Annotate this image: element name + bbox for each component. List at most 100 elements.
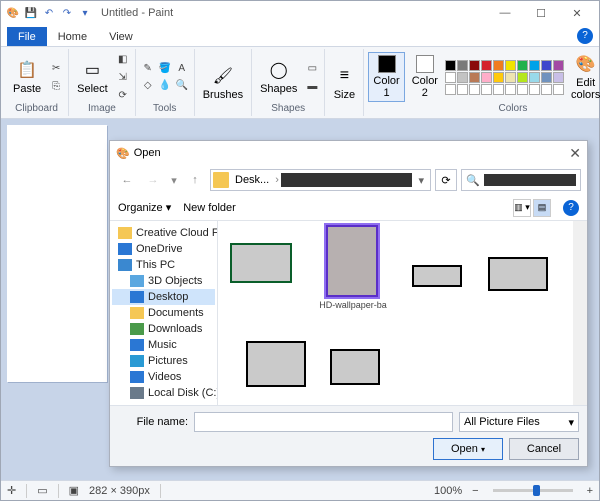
- copy-icon[interactable]: ⎘: [48, 78, 64, 94]
- tree-item[interactable]: Creative Cloud Fil: [112, 225, 215, 241]
- color-swatch[interactable]: [457, 72, 468, 83]
- scrollbar[interactable]: [573, 221, 587, 405]
- color-swatch[interactable]: [529, 84, 540, 95]
- address-dropdown-icon[interactable]: ▾: [414, 174, 428, 187]
- size-button[interactable]: ≡ Size: [329, 63, 359, 103]
- close-button[interactable]: ✕: [559, 1, 595, 25]
- file-thumbnail[interactable]: [230, 243, 292, 283]
- file-list[interactable]: HD-wallpaper-ba: [218, 221, 587, 405]
- color-swatch[interactable]: [529, 60, 540, 71]
- tree-item[interactable]: This PC: [112, 257, 215, 273]
- tab-home[interactable]: Home: [47, 27, 98, 46]
- color-swatch[interactable]: [541, 60, 552, 71]
- color-swatch[interactable]: [457, 84, 468, 95]
- tree-item[interactable]: Desktop: [112, 289, 215, 305]
- fill-shape-icon[interactable]: ▬: [304, 78, 320, 94]
- zoom-out-button[interactable]: −: [472, 485, 478, 497]
- tree-item[interactable]: Videos: [112, 369, 215, 385]
- tree-item[interactable]: OneDrive: [112, 241, 215, 257]
- eraser-icon[interactable]: ◇: [140, 78, 156, 94]
- filename-input[interactable]: [194, 412, 453, 432]
- pencil-icon[interactable]: ✎: [140, 61, 156, 77]
- redo-icon[interactable]: ↷: [59, 5, 75, 21]
- preview-pane-button[interactable]: ▤: [533, 199, 551, 217]
- color-swatch[interactable]: [541, 84, 552, 95]
- color-swatch[interactable]: [493, 84, 504, 95]
- qat-dropdown-icon[interactable]: ▾: [77, 5, 93, 21]
- color-swatch[interactable]: [445, 60, 456, 71]
- file-thumbnail-selected[interactable]: [326, 225, 378, 297]
- new-folder-button[interactable]: New folder: [183, 202, 236, 214]
- search-input[interactable]: 🔍: [461, 169, 581, 191]
- picker-icon[interactable]: 💧: [157, 78, 173, 94]
- tree-item[interactable]: Music: [112, 337, 215, 353]
- dialog-close-button[interactable]: ✕: [569, 145, 581, 162]
- color-swatch[interactable]: [553, 60, 564, 71]
- color-swatch[interactable]: [505, 72, 516, 83]
- file-filter-dropdown[interactable]: All Picture Files ▾: [459, 412, 579, 432]
- color-swatch[interactable]: [469, 72, 480, 83]
- tab-file[interactable]: File: [7, 27, 47, 46]
- file-thumbnail[interactable]: [330, 349, 380, 385]
- canvas[interactable]: [7, 125, 107, 382]
- tree-item[interactable]: Pictures: [112, 353, 215, 369]
- chevron-right-icon[interactable]: ›: [275, 174, 279, 186]
- back-button[interactable]: ←: [116, 169, 138, 191]
- fill-icon[interactable]: 🪣: [157, 61, 173, 77]
- tree-item[interactable]: Downloads: [112, 321, 215, 337]
- crop-icon[interactable]: ◧: [115, 51, 131, 67]
- color-swatch[interactable]: [553, 72, 564, 83]
- color-swatch[interactable]: [493, 72, 504, 83]
- select-button[interactable]: ▭ Select: [73, 57, 112, 97]
- outline-icon[interactable]: ▭: [304, 60, 320, 76]
- refresh-button[interactable]: ⟳: [435, 169, 457, 191]
- file-thumbnail[interactable]: [488, 257, 548, 291]
- color-swatch[interactable]: [469, 84, 480, 95]
- tab-view[interactable]: View: [98, 27, 144, 46]
- shapes-button[interactable]: ◯ Shapes: [256, 57, 301, 97]
- recent-dropdown[interactable]: ▾: [168, 169, 180, 191]
- brushes-button[interactable]: 🖌 Brushes: [199, 63, 247, 103]
- rotate-icon[interactable]: ⟳: [115, 87, 131, 103]
- color-swatch[interactable]: [505, 60, 516, 71]
- color-swatch[interactable]: [481, 60, 492, 71]
- view-mode-button[interactable]: ▥ ▾: [513, 199, 531, 217]
- tree-item[interactable]: Documents: [112, 305, 215, 321]
- color-swatch[interactable]: [529, 72, 540, 83]
- color2-button[interactable]: Color 2: [408, 53, 442, 101]
- magnify-icon[interactable]: 🔍: [174, 78, 190, 94]
- text-icon[interactable]: A: [174, 61, 190, 77]
- color-swatch[interactable]: [517, 84, 528, 95]
- file-thumbnail[interactable]: [246, 341, 306, 387]
- cut-icon[interactable]: ✂: [48, 60, 64, 76]
- tree-item[interactable]: Local Disk (C:): [112, 385, 215, 401]
- color-swatch[interactable]: [505, 84, 516, 95]
- edit-colors-button[interactable]: 🎨 Edit colors: [567, 51, 600, 103]
- organize-button[interactable]: Organize ▾: [118, 201, 171, 214]
- tree-item[interactable]: 3D Objects: [112, 273, 215, 289]
- address-bar[interactable]: Desk... › ▾: [210, 169, 431, 191]
- color-swatch[interactable]: [541, 72, 552, 83]
- undo-icon[interactable]: ↶: [41, 5, 57, 21]
- resize-icon[interactable]: ⇲: [115, 69, 131, 85]
- help-icon[interactable]: ?: [577, 28, 593, 44]
- cancel-button[interactable]: Cancel: [509, 438, 579, 460]
- open-button[interactable]: Open ▾: [433, 438, 503, 460]
- zoom-slider[interactable]: [493, 489, 573, 492]
- color-swatch[interactable]: [469, 60, 480, 71]
- color1-button[interactable]: Color 1: [368, 52, 404, 102]
- maximize-button[interactable]: ☐: [523, 1, 559, 25]
- color-swatch[interactable]: [445, 72, 456, 83]
- paste-button[interactable]: 📋 Paste: [9, 57, 45, 97]
- color-swatch[interactable]: [457, 60, 468, 71]
- color-swatch[interactable]: [481, 84, 492, 95]
- color-swatch[interactable]: [445, 84, 456, 95]
- color-swatch[interactable]: [517, 72, 528, 83]
- file-thumbnail[interactable]: [412, 265, 462, 287]
- up-button[interactable]: ↑: [184, 169, 206, 191]
- save-icon[interactable]: 💾: [23, 5, 39, 21]
- zoom-in-button[interactable]: +: [587, 485, 593, 497]
- color-swatch[interactable]: [517, 60, 528, 71]
- color-swatch[interactable]: [481, 72, 492, 83]
- breadcrumb-segment[interactable]: Desk...: [231, 174, 273, 186]
